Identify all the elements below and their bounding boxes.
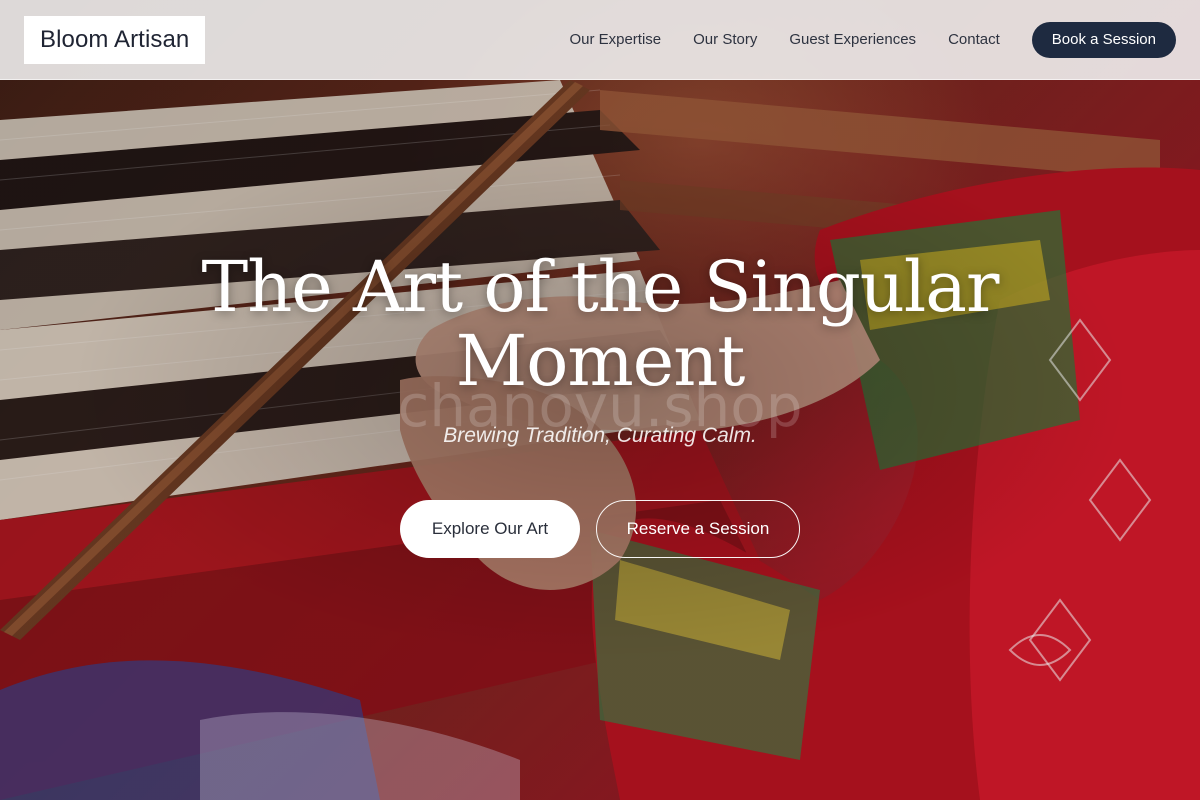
- book-session-button[interactable]: Book a Session: [1031, 21, 1176, 58]
- main-nav: Our Expertise Our Story Guest Experience…: [569, 21, 1176, 58]
- nav-link-guest-experiences[interactable]: Guest Experiences: [789, 31, 916, 48]
- hero-section: The Art of the Singular Moment chanoyu.s…: [0, 250, 1200, 558]
- site-header: Bloom Artisan Our Expertise Our Story Gu…: [0, 0, 1200, 80]
- hero-title: The Art of the Singular Moment: [201, 246, 1000, 402]
- hero-subtitle: Brewing Tradition, Curating Calm.: [443, 424, 757, 447]
- hero-actions: Explore Our Art Reserve a Session: [0, 500, 1200, 558]
- brand-logo[interactable]: Bloom Artisan: [24, 15, 206, 64]
- nav-link-our-expertise[interactable]: Our Expertise: [569, 31, 661, 48]
- nav-link-contact[interactable]: Contact: [948, 31, 1000, 48]
- reserve-session-button[interactable]: Reserve a Session: [596, 500, 800, 558]
- explore-our-art-button[interactable]: Explore Our Art: [400, 500, 580, 558]
- nav-link-our-story[interactable]: Our Story: [693, 31, 757, 48]
- brand-name: Bloom Artisan: [40, 25, 190, 53]
